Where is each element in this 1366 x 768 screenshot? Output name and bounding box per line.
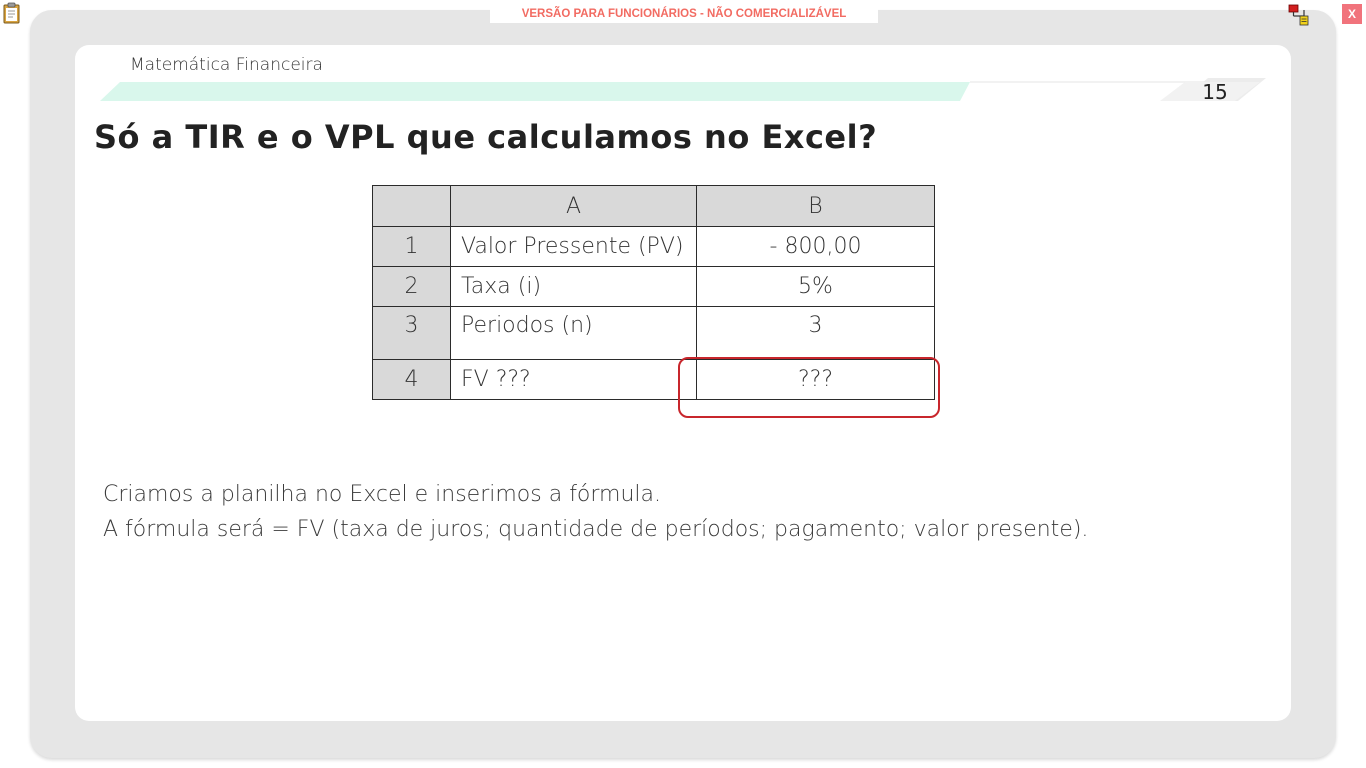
row-number: 3 [372, 306, 451, 360]
cell-value: 3 [696, 306, 935, 360]
cell-label: FV ??? [450, 359, 697, 400]
course-name: Matemática Financeira [130, 55, 323, 75]
fv-highlight-box [678, 357, 940, 418]
cell-label: Valor Pressente (PV) [450, 226, 697, 267]
cell-label: Periodos (n) [450, 306, 697, 360]
slide-number: 15 [1202, 80, 1228, 104]
close-button[interactable]: X [1342, 4, 1362, 24]
table-row: 3 Periodos (n) 3 [372, 306, 935, 360]
clipboard-icon[interactable] [2, 2, 22, 24]
column-header-a: A [450, 185, 697, 227]
cell-label: Taxa (i) [450, 266, 697, 307]
table-row: 1 Valor Pressente (PV) - 800,00 [372, 226, 935, 267]
header-bar [100, 76, 1270, 106]
corner-cell [372, 185, 451, 227]
employee-version-banner: VERSÃO PARA FUNCIONÁRIOS - NÃO COMERCIAL… [490, 6, 878, 23]
table-header-row: A B [372, 185, 935, 227]
row-number: 2 [372, 266, 451, 307]
row-number: 4 [372, 359, 451, 400]
body-line-2: A fórmula será = FV (taxa de juros; quan… [103, 517, 1089, 542]
body-text: Criamos a planilha no Excel e inserimos … [103, 477, 1088, 547]
cell-value: - 800,00 [696, 226, 935, 267]
column-header-b: B [696, 185, 935, 227]
row-number: 1 [372, 226, 451, 267]
body-line-1: Criamos a planilha no Excel e inserimos … [103, 482, 662, 507]
slide-title: Só a TIR e o VPL que calculamos no Excel… [94, 118, 878, 156]
network-icon[interactable] [1288, 4, 1314, 26]
table-row: 2 Taxa (i) 5% [372, 266, 935, 307]
cell-value: 5% [696, 266, 935, 307]
